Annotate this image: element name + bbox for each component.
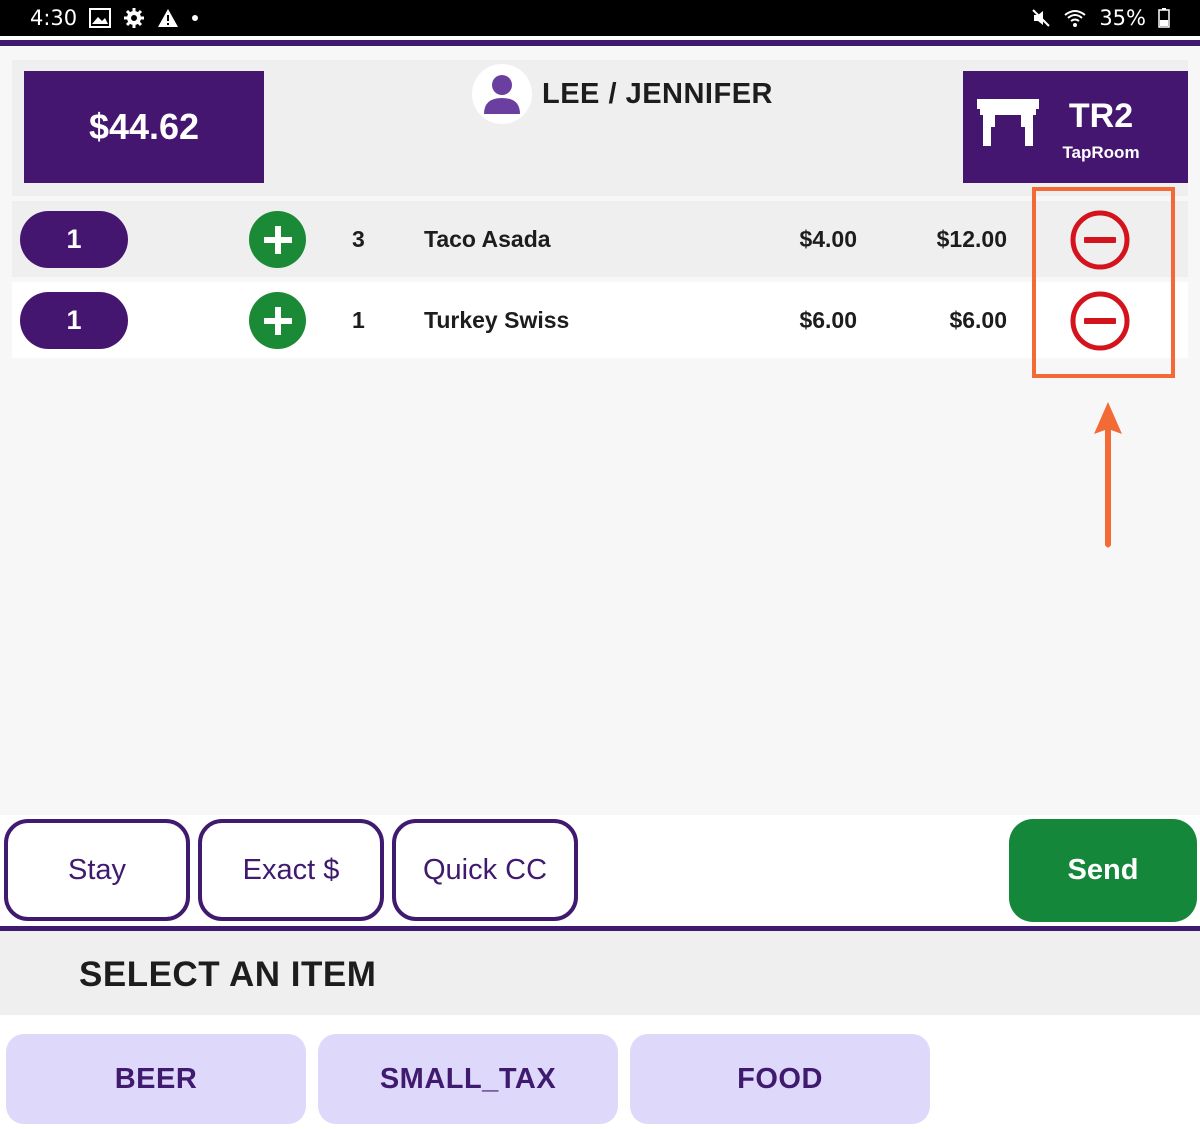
warning-icon [157,8,179,28]
table-area: TapRoom [1062,143,1140,162]
stay-button[interactable]: Stay [4,819,190,921]
item-quantity: 3 [352,225,365,252]
annotation-arrow-icon [1088,400,1128,555]
gear-icon [123,7,145,29]
stay-button-label: Stay [67,853,127,886]
add-quantity-button[interactable] [249,292,306,349]
item-unit-price: $4.00 [799,225,857,252]
category-button-small-tax[interactable]: SMALL_TAX [318,1034,618,1124]
status-bar-right: 35% [1031,6,1170,30]
send-button-label: Send [1067,854,1139,886]
item-line-total: $12.00 [936,225,1007,252]
plus-icon [263,225,292,254]
wifi-icon [1063,8,1087,28]
table-code: TR2 [1068,97,1134,135]
category-button-label: BEER [114,1062,198,1095]
table-icon [977,99,1039,152]
add-quantity-button[interactable] [249,211,306,268]
category-button-food[interactable]: FOOD [630,1034,930,1124]
exact-cash-button[interactable]: Exact $ [198,819,384,921]
plus-icon [263,306,292,335]
customer-name: LEE / JENNIFER [542,77,773,110]
category-title: SELECT AN ITEM [79,955,377,994]
quick-cc-button[interactable]: Quick CC [392,819,578,921]
seat-button[interactable]: 1 [20,292,128,349]
battery-percent: 35% [1099,6,1146,30]
status-bar: 4:30 35% [0,0,1200,36]
mute-icon [1031,8,1051,28]
top-separator-purple [0,40,1200,46]
order-total: $44.62 [88,106,200,147]
send-button[interactable]: Send [1009,819,1197,922]
status-bar-left: 4:30 [30,6,199,30]
annotation-highlight-box [1032,187,1175,378]
customer-info[interactable]: LEE / JENNIFER [472,64,773,124]
dot-icon [191,14,199,22]
person-icon [484,75,520,114]
seat-number: 1 [66,224,82,254]
pos-screen: 4:30 35% $44.62 LEE / JENNIFER TR2 TapRo… [0,0,1200,1129]
item-quantity: 1 [352,306,365,333]
avatar [472,64,532,124]
item-name: Turkey Swiss [424,306,570,333]
status-time: 4:30 [30,6,78,30]
exact-cash-button-label: Exact $ [242,853,340,886]
order-total-button[interactable]: $44.62 [24,71,264,183]
table-selector-button[interactable]: TR2 TapRoom [963,71,1188,183]
battery-icon [1158,8,1170,28]
category-button-label: SMALL_TAX [379,1062,557,1095]
category-button-label: FOOD [737,1062,823,1095]
seat-button[interactable]: 1 [20,211,128,268]
item-name: Taco Asada [424,225,551,252]
quick-cc-button-label: Quick CC [422,853,548,886]
item-unit-price: $6.00 [799,306,857,333]
category-button-beer[interactable]: BEER [6,1034,306,1124]
order-row: 1 1 Turkey Swiss $6.00 $6.00 [12,282,1188,358]
seat-number: 1 [66,305,82,335]
item-line-total: $6.00 [949,306,1007,333]
order-row: 1 3 Taco Asada $4.00 $12.00 [12,201,1188,277]
image-icon [89,8,112,28]
